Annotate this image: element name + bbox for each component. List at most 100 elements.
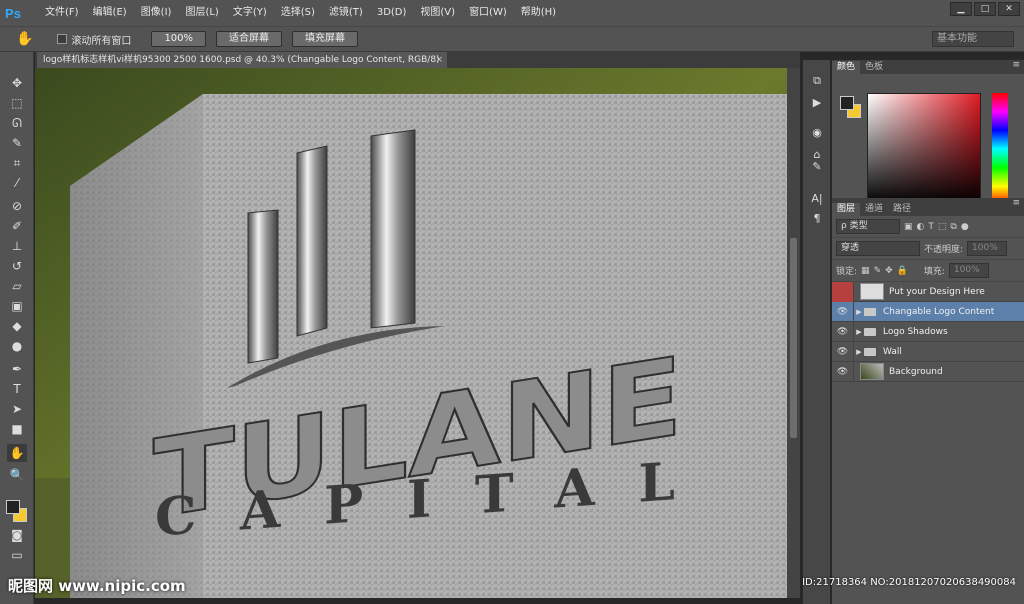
hand-tool-icon[interactable]: ✋ <box>7 444 27 462</box>
eye-icon[interactable]: 👁 <box>832 361 854 382</box>
menu-window[interactable]: 窗口(W) <box>462 0 514 26</box>
filter-toggle-icon[interactable]: ● <box>961 222 969 232</box>
brush-panel-icon[interactable]: ✎ <box>807 158 827 176</box>
zoom-tool-icon[interactable]: 🔍 <box>7 466 27 484</box>
lock-transparent-icon[interactable]: ▦ <box>861 266 870 276</box>
fill-input[interactable]: 100% <box>948 263 989 278</box>
layer-row[interactable]: 👁 ▶ Changable Logo Content <box>832 301 1024 322</box>
expand-arrow-icon[interactable]: ▶ <box>854 308 864 316</box>
history-brush-icon[interactable]: ↺ <box>7 257 27 275</box>
quick-select-tool-icon[interactable]: ✎ <box>7 134 27 152</box>
foreground-color-swatch[interactable] <box>6 500 20 514</box>
pen-tool-icon[interactable]: ✒ <box>7 360 27 378</box>
options-bar: ✋ 滚动所有窗口 100% 适合屏幕 填充屏幕 基本功能 <box>0 26 1024 52</box>
tab-swatches[interactable]: 色板 <box>860 61 888 74</box>
eyedropper-tool-icon[interactable]: ⁄ <box>7 174 27 192</box>
blur-tool-icon[interactable]: ◆ <box>7 317 27 335</box>
lock-label: 锁定: <box>836 267 858 277</box>
filter-shape-icon[interactable]: ⬚ <box>938 222 947 232</box>
shape-tool-icon[interactable]: ■ <box>7 420 27 438</box>
menu-file[interactable]: 文件(F) <box>38 0 86 26</box>
tools-panel: ✥ ⬚ ᘏ ✎ ⌗ ⁄ ⊘ ✐ ⊥ ↺ ▱ ▣ ◆ ● ✒ T ➤ ■ ✋ 🔍 … <box>0 52 34 604</box>
menu-edit[interactable]: 编辑(E) <box>86 0 134 26</box>
tab-channels[interactable]: 通道 <box>860 203 888 216</box>
zoom-100-button[interactable]: 100% <box>151 31 207 47</box>
paragraph-panel-icon[interactable]: ¶ <box>807 210 827 228</box>
actions-panel-icon[interactable]: ▶ <box>807 94 827 112</box>
character-panel-icon[interactable]: A| <box>807 190 827 208</box>
color-field[interactable] <box>867 93 981 205</box>
layer-name: Put your Design Here <box>889 286 985 297</box>
document-title: logo样机标志样机vi样机95300 2500 1600.psd @ 40.3… <box>43 55 440 65</box>
dodge-tool-icon[interactable]: ● <box>7 337 27 355</box>
menu-image[interactable]: 图像(I) <box>134 0 179 26</box>
layer-row[interactable]: Put your Design Here <box>832 281 1024 302</box>
menu-type[interactable]: 文字(Y) <box>226 0 274 26</box>
adjustments-panel-icon[interactable]: ◉ <box>807 124 827 142</box>
opacity-input[interactable]: 100% <box>967 241 1008 256</box>
blend-mode-select[interactable]: 穿透 <box>836 241 920 256</box>
workspace-select[interactable]: 基本功能 <box>932 31 1014 47</box>
tab-paths[interactable]: 路径 <box>888 203 916 216</box>
color-panel <box>832 74 1024 205</box>
expand-arrow-icon[interactable]: ▶ <box>854 348 864 356</box>
visibility-toggle[interactable] <box>832 281 854 302</box>
quick-mask-icon[interactable]: ◙ <box>7 526 27 544</box>
marquee-tool-icon[interactable]: ⬚ <box>7 94 27 112</box>
panel-menu-icon[interactable]: ≡ <box>1012 198 1020 208</box>
menu-filter[interactable]: 滤镜(T) <box>322 0 370 26</box>
minimize-button[interactable]: ▁ <box>950 2 972 16</box>
fit-screen-button[interactable]: 适合屏幕 <box>216 31 283 47</box>
layer-row[interactable]: 👁 ▶ Wall <box>832 341 1024 362</box>
lock-pixels-icon[interactable]: ✎ <box>874 266 882 276</box>
filter-smart-icon[interactable]: ⧉ <box>950 222 956 232</box>
foreground-color-swatch[interactable] <box>840 96 854 110</box>
brush-tool-icon[interactable]: ✐ <box>7 217 27 235</box>
scroll-all-checkbox[interactable] <box>57 34 68 44</box>
layer-kind-filter[interactable]: ρ 类型 <box>836 219 900 234</box>
maximize-button[interactable]: □ <box>974 2 996 16</box>
hand-tool-icon[interactable]: ✋ <box>16 31 33 47</box>
eye-icon[interactable]: 👁 <box>832 321 854 342</box>
filter-type-icon[interactable]: T <box>928 222 934 232</box>
window-controls: ▁ □ ✕ <box>950 2 1020 16</box>
menu-select[interactable]: 选择(S) <box>274 0 322 26</box>
tab-color[interactable]: 颜色 <box>832 61 861 74</box>
menu-3d[interactable]: 3D(D) <box>370 0 414 26</box>
filter-pixel-icon[interactable]: ▣ <box>904 222 913 232</box>
image-id-text: ID:21718364 NO:20181207020638490084 <box>802 577 1016 588</box>
crop-tool-icon[interactable]: ⌗ <box>7 154 27 172</box>
menu-help[interactable]: 帮助(H) <box>514 0 563 26</box>
lock-all-icon[interactable]: 🔒 <box>897 266 908 276</box>
move-tool-icon[interactable]: ✥ <box>7 74 27 92</box>
hue-slider[interactable] <box>992 93 1008 205</box>
eye-icon[interactable]: 👁 <box>832 341 854 362</box>
document-tab[interactable]: logo样机标志样机vi样机95300 2500 1600.psd @ 40.3… <box>37 52 447 68</box>
document-canvas[interactable]: TULANE CAPITAL <box>35 68 800 598</box>
filter-adjust-icon[interactable]: ◐ <box>917 222 925 232</box>
path-select-icon[interactable]: ➤ <box>7 400 27 418</box>
tab-layers[interactable]: 图层 <box>832 203 861 216</box>
lasso-tool-icon[interactable]: ᘏ <box>7 114 27 132</box>
fill-screen-button[interactable]: 填充屏幕 <box>292 31 359 47</box>
screen-mode-icon[interactable]: ▭ <box>7 546 27 564</box>
fill-label: 填充: <box>923 267 945 277</box>
close-button[interactable]: ✕ <box>998 2 1020 16</box>
healing-brush-icon[interactable]: ⊘ <box>7 197 27 215</box>
clone-stamp-icon[interactable]: ⊥ <box>7 237 27 255</box>
lock-position-icon[interactable]: ✥ <box>885 266 893 276</box>
menu-layer[interactable]: 图层(L) <box>178 0 225 26</box>
history-panel-icon[interactable]: ⧉ <box>807 72 827 90</box>
menu-view[interactable]: 视图(V) <box>413 0 462 26</box>
gradient-tool-icon[interactable]: ▣ <box>7 297 27 315</box>
layer-row[interactable]: 👁 Background <box>832 361 1024 382</box>
close-document-icon[interactable]: × <box>435 52 443 68</box>
layer-row[interactable]: 👁 ▶ Logo Shadows <box>832 321 1024 342</box>
eye-icon[interactable]: 👁 <box>832 301 854 322</box>
canvas-vertical-scrollbar[interactable] <box>787 68 800 598</box>
expand-arrow-icon[interactable]: ▶ <box>854 328 864 336</box>
scrollbar-thumb[interactable] <box>790 238 797 438</box>
panel-menu-icon[interactable]: ≡ <box>1012 60 1020 70</box>
eraser-tool-icon[interactable]: ▱ <box>7 277 27 295</box>
type-tool-icon[interactable]: T <box>7 380 27 398</box>
